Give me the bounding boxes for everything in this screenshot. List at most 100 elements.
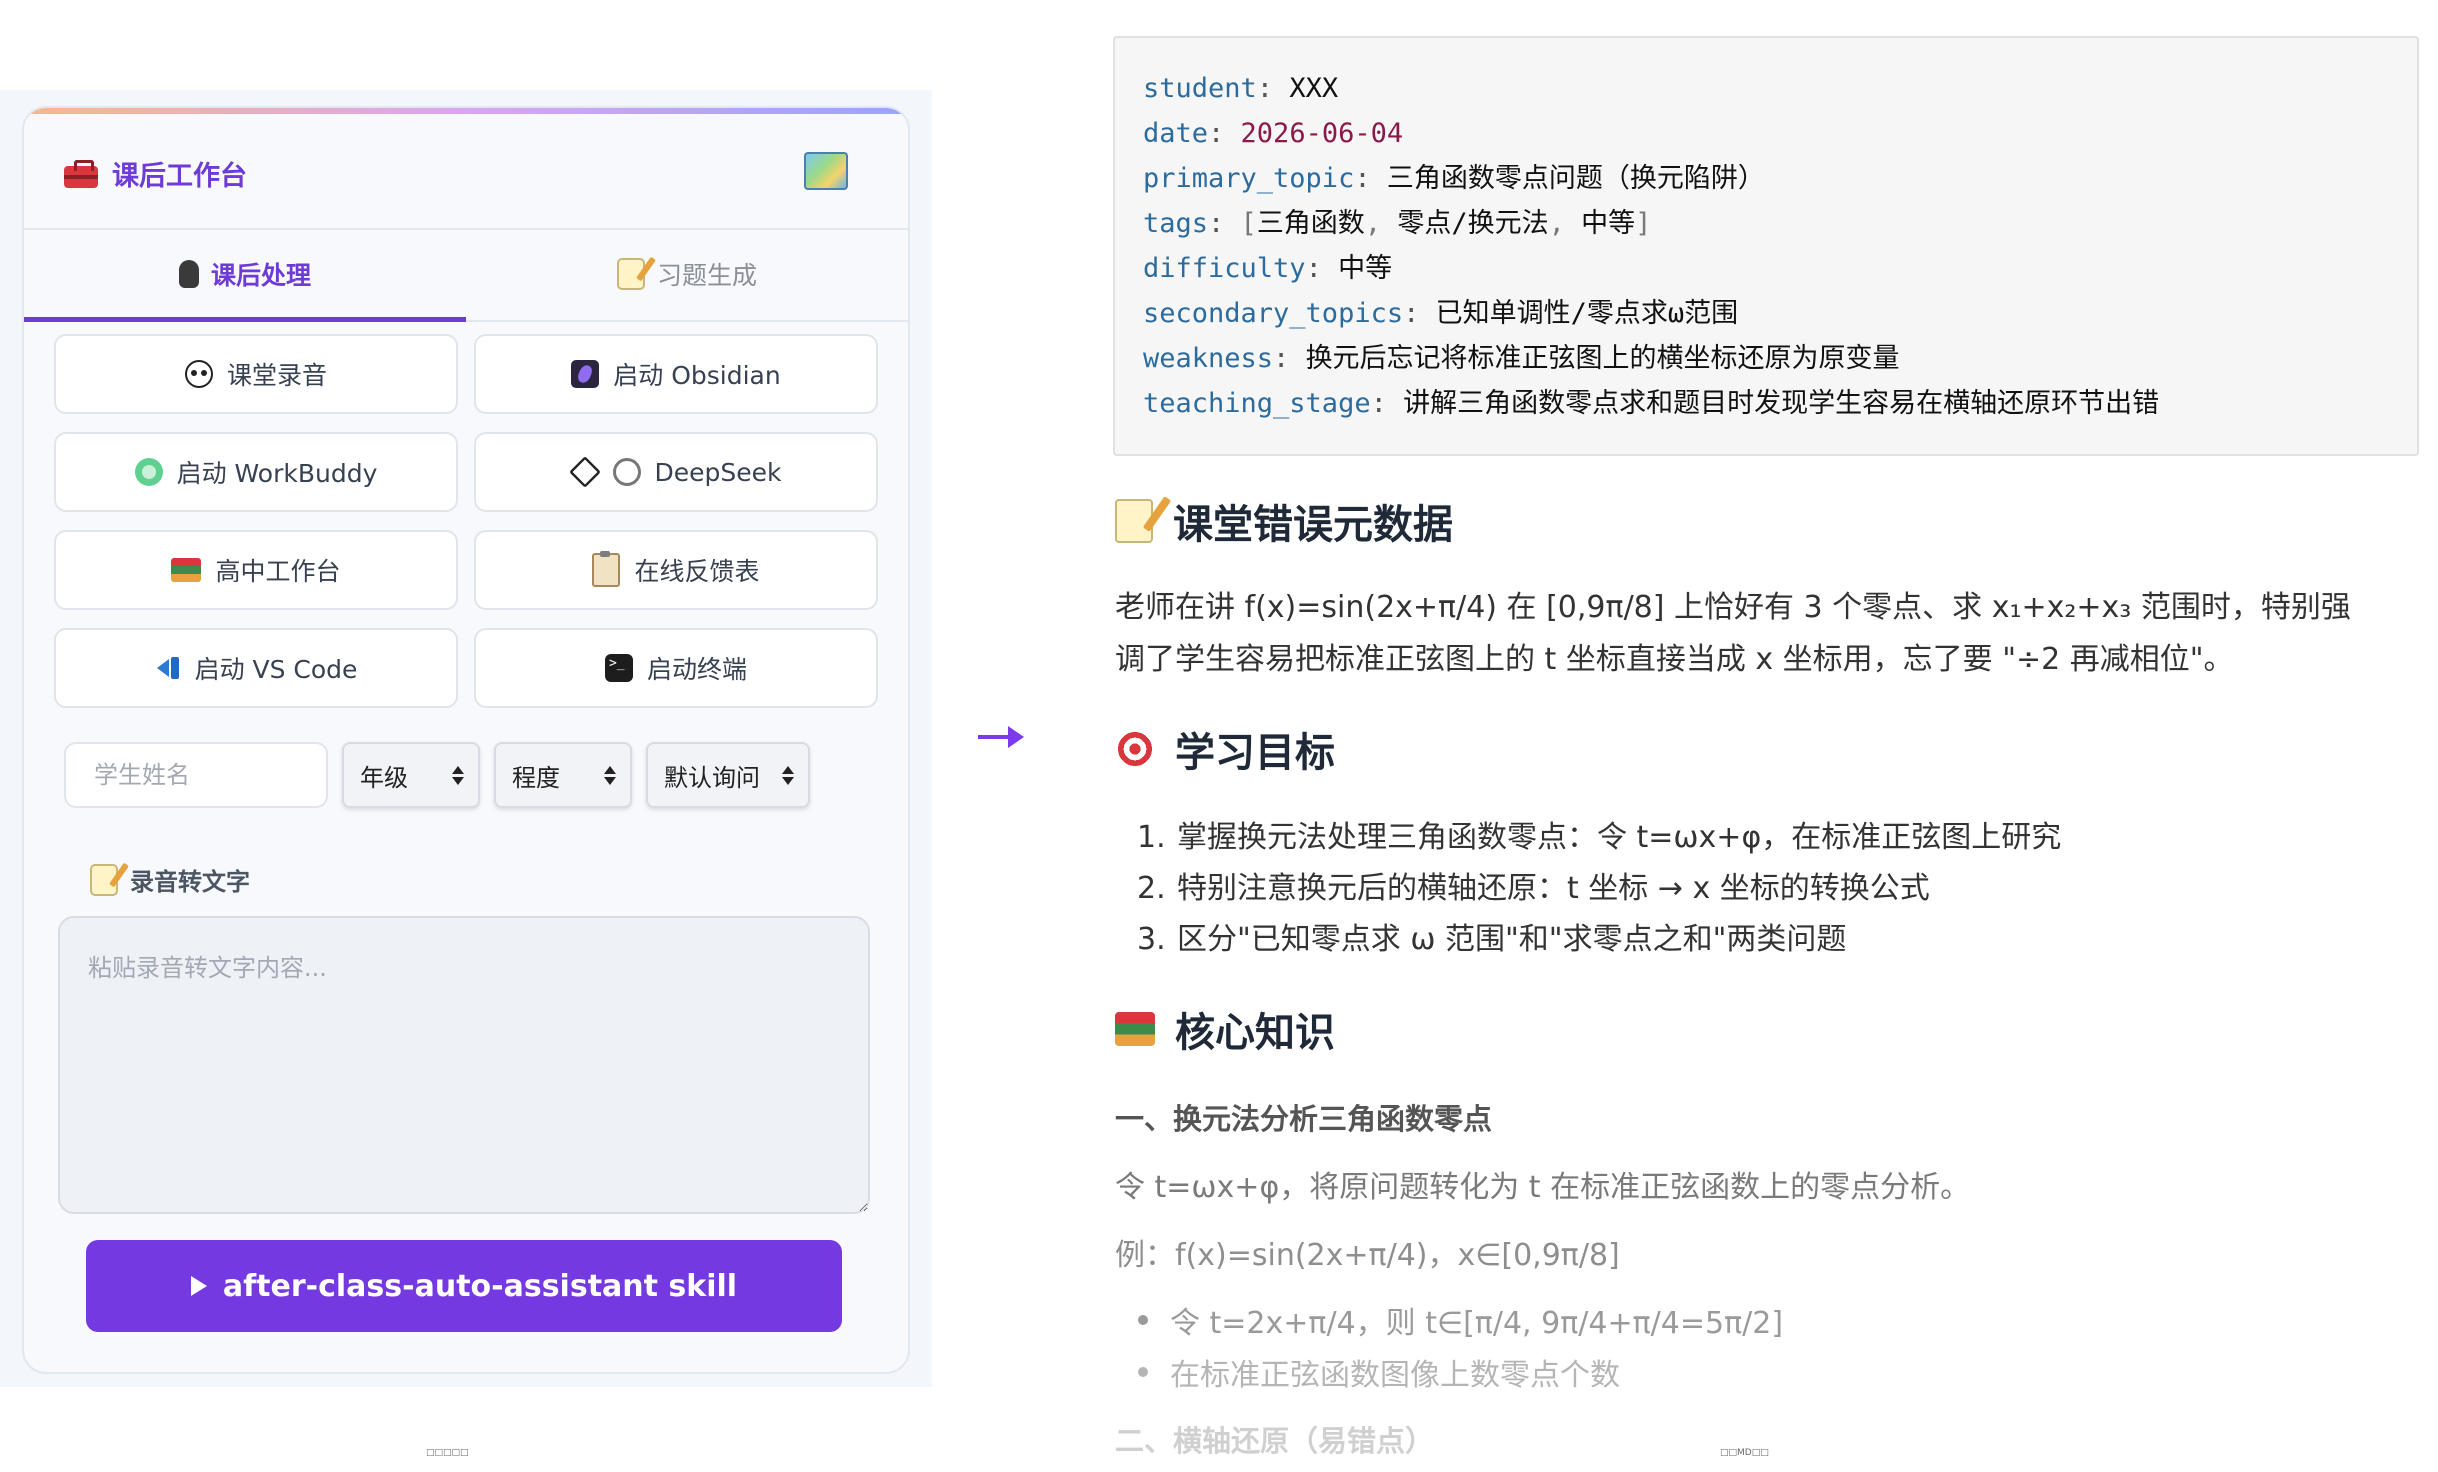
bullet-dot xyxy=(1138,1315,1148,1325)
layers-icon xyxy=(568,456,601,488)
fm-tags: tags: [三角函数, 零点/换元法, 中等] xyxy=(1143,208,1652,239)
student-name-input[interactable] xyxy=(64,742,328,808)
fm-value: 中等 xyxy=(1338,253,1393,284)
button-label: 启动 Obsidian xyxy=(613,361,781,390)
select-value: 年级 xyxy=(360,763,408,792)
list-item: 1. 掌握换元法处理三角函数零点：令 t=ωx+φ，在标准正弦图上研究 xyxy=(1137,820,2062,855)
heading-learning-goals: 学习目标 xyxy=(1115,720,1335,778)
select-value: 默认询问 xyxy=(664,763,760,792)
core-paragraph-1: 令 t=ωx+φ，将原问题转化为 t 在标准正弦函数上的零点分析。 xyxy=(1115,1170,1971,1205)
button-label: 启动 VS Code xyxy=(194,655,358,684)
memo-icon xyxy=(1115,499,1153,543)
bullet-dot xyxy=(1138,1367,1148,1377)
core-paragraph-2: 例：f(x)=sin(2x+π/4)，x∈[0,9π/8] xyxy=(1115,1238,1620,1273)
highschool-workbench-button[interactable]: 高中工作台 xyxy=(54,530,458,610)
paragraph-line: 调了学生容易把标准正弦图上的 t 坐标直接当成 x 坐标用，忘了要 "÷2 再减… xyxy=(1115,642,2234,677)
launch-vscode-button[interactable]: 启动 VS Code xyxy=(54,628,458,708)
run-button-label: after-class-auto-assistant skill xyxy=(222,1268,738,1304)
vscode-icon xyxy=(155,655,181,681)
obsidian-icon xyxy=(571,360,600,388)
fm-value: 讲解三角函数零点求和题目时发现学生容易在横轴还原环节出错 xyxy=(1403,388,2160,419)
tab-bar: 课后处理 习题生成 xyxy=(24,228,908,322)
list-item-text: 掌握换元法处理三角函数零点：令 t=ωx+φ，在标准正弦图上研究 xyxy=(1177,820,2062,855)
fm-tag: 零点/换元法 xyxy=(1397,208,1549,239)
fm-value: 已知单调性/零点求ω范围 xyxy=(1435,298,1739,329)
select-value: 程度 xyxy=(512,763,560,792)
select-arrows-icon xyxy=(452,765,464,785)
fm-value: 三角函数零点问题（换元陷阱） xyxy=(1386,163,1765,194)
tab-label: 课后处理 xyxy=(210,261,311,290)
panel-caption: □□□□□ xyxy=(426,1448,469,1458)
run-skill-button[interactable]: after-class-auto-assistant skill xyxy=(86,1240,842,1332)
subheading-axis-restore: 二、横轴还原（易错点） xyxy=(1115,1424,1435,1458)
tab-label: 习题生成 xyxy=(656,261,757,290)
student-form-row: 年级 程度 默认询问 xyxy=(64,740,810,810)
memo-icon xyxy=(90,863,118,896)
list-item: 2. 特别注意换元后的横轴还原：t 坐标 → x 坐标的转换公式 xyxy=(1137,871,1930,906)
paragraph-line: 老师在讲 f(x)=sin(2x+π/4) 在 [0,9π/8] 上恰好有 3 … xyxy=(1115,590,2351,625)
error-paragraph: 老师在讲 f(x)=sin(2x+π/4) 在 [0,9π/8] 上恰好有 3 … xyxy=(1115,582,2415,686)
level-select[interactable]: 程度 xyxy=(494,742,632,808)
query-mode-select[interactable]: 默认询问 xyxy=(646,742,810,808)
fm-value: XXX xyxy=(1289,73,1339,104)
bullet-text: 令 t=2x+π/4，则 t∈[π/4, 9π/4+π/4=5π/2] xyxy=(1170,1306,1784,1341)
map-icon[interactable] xyxy=(804,152,848,190)
select-arrows-icon xyxy=(782,765,794,785)
heading-text: 学习目标 xyxy=(1175,730,1335,776)
terminal-icon xyxy=(604,654,633,682)
subheading-substitution: 一、换元法分析三角函数零点 xyxy=(1115,1102,1493,1136)
class-recording-button[interactable]: 课堂录音 xyxy=(54,334,458,414)
button-label: DeepSeek xyxy=(654,457,782,487)
bullet-text: 在标准正弦函数图像上数零点个数 xyxy=(1170,1358,1620,1393)
transcript-textarea[interactable] xyxy=(58,916,870,1214)
microphone-icon xyxy=(178,260,199,288)
grade-select[interactable]: 年级 xyxy=(342,742,480,808)
list-item-text: 特别注意换元后的横轴还原：t 坐标 → x 坐标的转换公式 xyxy=(1177,871,1930,906)
toolbox-icon xyxy=(64,159,98,188)
fm-value: 换元后忘记将标准正弦图上的横坐标还原为原变量 xyxy=(1305,343,1900,374)
clipboard-icon xyxy=(592,551,621,587)
card-header: 课后工作台 xyxy=(24,114,908,230)
bullet-item: 在标准正弦函数图像上数零点个数 xyxy=(1138,1350,1620,1394)
document-caption: □□MD□□ xyxy=(1720,1448,1769,1458)
fm-weakness: weakness: 换元后忘记将标准正弦图上的横坐标还原为原变量 xyxy=(1143,343,1900,374)
heading-core-knowledge: 核心知识 xyxy=(1115,1000,1335,1058)
fm-date: date: 2026-06-04 xyxy=(1143,118,1404,149)
arrow-right-icon xyxy=(978,722,1024,752)
launch-terminal-button[interactable]: 启动终端 xyxy=(474,628,878,708)
memo-icon xyxy=(616,258,645,290)
fm-tag: 中等 xyxy=(1581,208,1636,239)
panel-title-text: 课后工作台 xyxy=(112,161,247,192)
tab-after-class[interactable]: 课后处理 xyxy=(24,228,466,322)
target-icon xyxy=(1115,729,1155,769)
frontmatter-block: student: XXX date: 2026-06-04 primary_to… xyxy=(1113,36,2419,456)
learning-goals-list: 1. 掌握换元法处理三角函数零点：令 t=ωx+φ，在标准正弦图上研究 2. 特别注… xyxy=(1115,812,2061,965)
fm-difficulty: difficulty: 中等 xyxy=(1143,253,1393,284)
tab-exercise-generation[interactable]: 习题生成 xyxy=(466,228,908,320)
online-feedback-button[interactable]: 在线反馈表 xyxy=(474,530,878,610)
play-icon xyxy=(190,1276,207,1296)
heading-text: 课堂错误元数据 xyxy=(1173,502,1453,548)
launch-workbuddy-button[interactable]: 启动 WorkBuddy xyxy=(54,432,458,512)
bullet-item: 令 t=2x+π/4，则 t∈[π/4, 9π/4+π/4=5π/2] xyxy=(1138,1298,1783,1342)
fm-value: 2026-06-04 xyxy=(1240,118,1404,149)
link-icon xyxy=(612,458,641,486)
button-label: 高中工作台 xyxy=(215,557,341,586)
button-label: 在线反馈表 xyxy=(634,557,760,586)
fm-student: student: XXX xyxy=(1143,73,1339,104)
transcript-label-text: 录音转文字 xyxy=(130,868,250,896)
heading-text: 核心知识 xyxy=(1175,1010,1335,1056)
button-label: 启动 WorkBuddy xyxy=(176,459,378,488)
panda-icon xyxy=(184,360,213,388)
launcher-grid: 课堂录音 启动 Obsidian 启动 WorkBuddy DeepSeek 高… xyxy=(54,334,878,708)
fm-primary-topic: primary_topic: 三角函数零点问题（换元陷阱） xyxy=(1143,163,1765,194)
heading-error-metadata: 课堂错误元数据 xyxy=(1115,492,1453,550)
launch-obsidian-button[interactable]: 启动 Obsidian xyxy=(474,334,878,414)
panel-title: 课后工作台 xyxy=(64,154,247,193)
workbuddy-icon xyxy=(134,458,163,486)
deepseek-button[interactable]: DeepSeek xyxy=(474,432,878,512)
fm-tag: 三角函数 xyxy=(1256,208,1365,239)
button-label: 启动终端 xyxy=(646,655,747,684)
list-item-text: 区分"已知零点求 ω 范围"和"求零点之和"两类问题 xyxy=(1177,922,1847,957)
select-arrows-icon xyxy=(604,765,616,785)
